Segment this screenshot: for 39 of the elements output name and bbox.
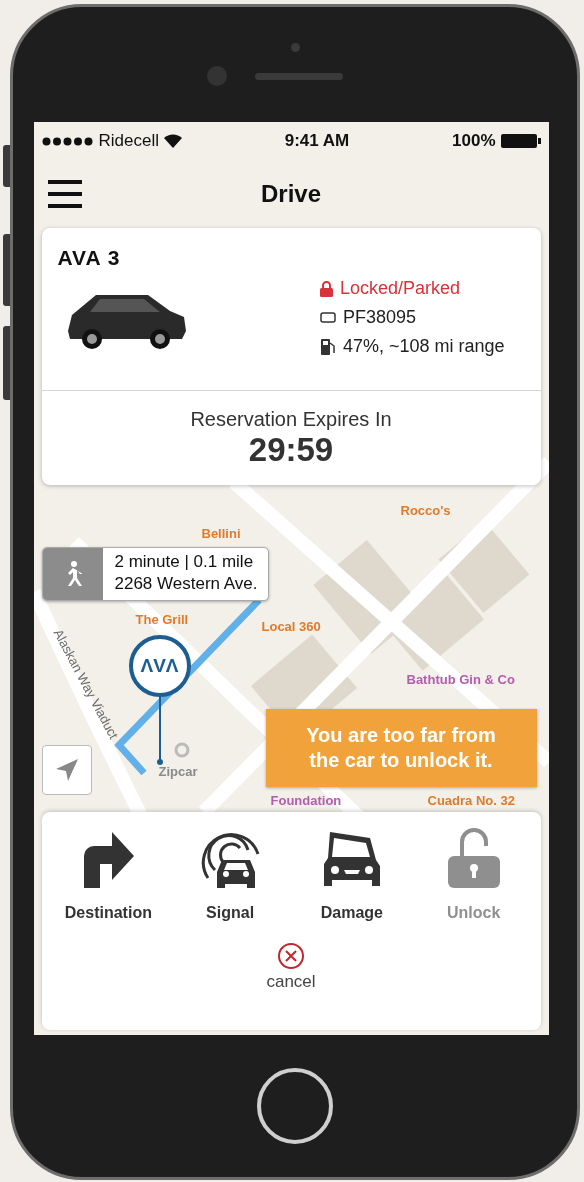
map-place-label: Zipcar xyxy=(158,764,198,779)
action-button[interactable]: Destination xyxy=(53,826,164,922)
map-place-label: Cuadra No. 32 xyxy=(427,793,515,808)
fuel-pump-icon xyxy=(319,337,336,356)
distance-warning: You are too far from the car to unlock it. xyxy=(265,709,537,787)
vehicle-name: AVA 3 xyxy=(57,246,122,270)
reservation-label: Reservation Expires In xyxy=(190,407,392,431)
countdown-timer: 29:59 xyxy=(248,430,334,469)
walking-directions-callout[interactable]: 2 minute | 0.1 mile 2268 Western Ave. xyxy=(41,547,269,601)
carrier-name: Ridecell xyxy=(98,131,159,151)
map-place-label: Local 360 xyxy=(261,619,321,634)
license-plate: PF38095 xyxy=(342,307,416,328)
map-place-label: Bellini xyxy=(201,526,241,541)
action-button[interactable]: Damage xyxy=(296,826,407,922)
place-marker-icon xyxy=(174,742,189,758)
wifi-icon xyxy=(164,134,182,148)
locate-me-button[interactable] xyxy=(41,745,92,795)
sensor-dot xyxy=(290,43,300,52)
padlock-icon xyxy=(319,280,333,297)
home-button[interactable] xyxy=(257,1068,333,1144)
close-icon xyxy=(277,942,305,970)
map-place-label: Foundation xyxy=(270,793,342,808)
walk-duration: 2 minute | 0.1 mile xyxy=(114,551,255,573)
lock-status: Locked/Parked xyxy=(319,278,505,299)
battery-percent: 100% xyxy=(452,131,496,151)
screen-title: Drive xyxy=(260,180,321,208)
menu-icon xyxy=(47,180,82,208)
fuel-range: 47%, ~108 mi range xyxy=(342,336,505,357)
cancel-button[interactable]: cancel xyxy=(266,942,316,992)
license-plate-icon xyxy=(319,312,336,323)
map-place-label: Rocco's xyxy=(400,503,451,518)
signal-dots-icon xyxy=(41,136,94,146)
map-place-label: The Grill xyxy=(135,612,189,627)
map-place-label: Bathtub Gin & Co xyxy=(406,672,515,687)
battery-icon xyxy=(500,134,541,148)
menu-button[interactable] xyxy=(47,180,82,208)
walk-address: 2268 Western Ave. xyxy=(114,573,258,595)
action-button[interactable]: Signal xyxy=(175,826,286,922)
status-time: 9:41 AM xyxy=(284,131,350,151)
